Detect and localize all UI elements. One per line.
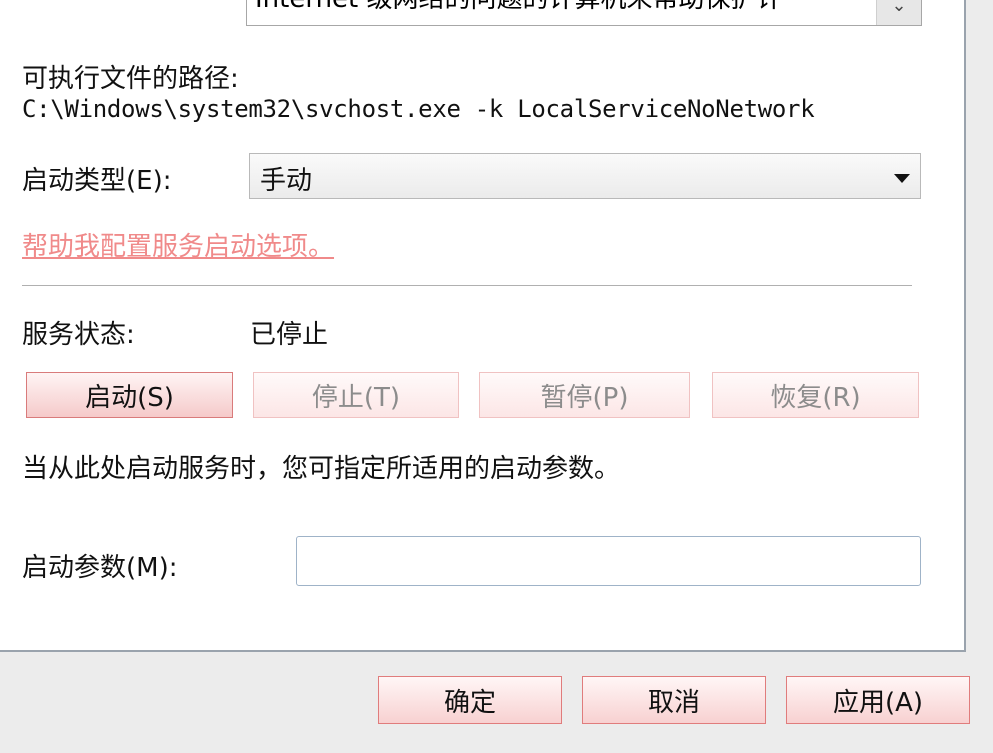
- cancel-button[interactable]: 取消: [582, 676, 766, 724]
- path-label: 可执行文件的路径:: [22, 64, 239, 94]
- chevron-down-icon: ⌄: [891, 0, 907, 16]
- stop-button[interactable]: 停止(T): [253, 372, 459, 418]
- start-params-label: 启动参数(M):: [22, 553, 178, 583]
- service-properties-panel: Internet 级网络的问题的计算机来帮助保护计 ⌄ 可执行文件的路径: C:…: [0, 0, 966, 652]
- pause-button[interactable]: 暂停(P): [479, 372, 690, 418]
- window-frame: Internet 级网络的问题的计算机来帮助保护计 ⌄ 可执行文件的路径: C:…: [0, 0, 993, 753]
- startup-type-value: 手动: [260, 166, 313, 196]
- service-status-label: 服务状态:: [22, 320, 135, 350]
- startup-type-label: 启动类型(E):: [22, 166, 172, 196]
- path-value: C:\Windows\system32\svchost.exe -k Local…: [22, 95, 815, 123]
- start-params-input[interactable]: [296, 536, 921, 586]
- start-button[interactable]: 启动(S): [26, 372, 233, 418]
- description-box[interactable]: Internet 级网络的问题的计算机来帮助保护计 ⌄: [246, 0, 922, 26]
- start-params-hint: 当从此处启动服务时，您可指定所适用的启动参数。: [22, 454, 621, 484]
- section-divider: [22, 285, 912, 287]
- description-scroll-button[interactable]: ⌄: [876, 0, 921, 25]
- description-text: Internet 级网络的问题的计算机来帮助保护计: [255, 0, 783, 15]
- service-status-value: 已停止: [250, 320, 329, 350]
- apply-button[interactable]: 应用(A): [786, 676, 970, 724]
- help-configure-link[interactable]: 帮助我配置服务启动选项。: [22, 226, 334, 263]
- dropdown-arrow-icon: [894, 174, 910, 183]
- startup-type-select[interactable]: 手动: [249, 153, 921, 199]
- ok-button[interactable]: 确定: [378, 676, 562, 724]
- resume-button[interactable]: 恢复(R): [712, 372, 919, 418]
